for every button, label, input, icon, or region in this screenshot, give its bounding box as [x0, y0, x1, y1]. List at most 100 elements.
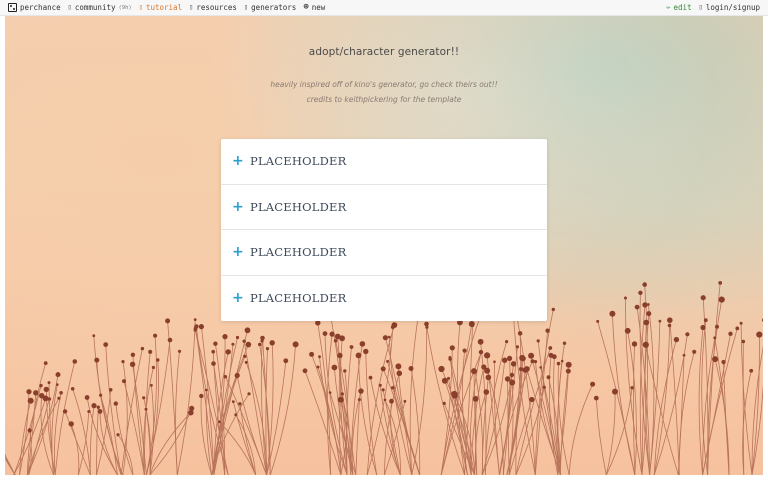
flower-stem: [426, 326, 465, 475]
nav-perchance-link[interactable]: perchance: [8, 3, 61, 12]
flower-head: [485, 374, 492, 381]
nav-login-label: login/signup: [705, 3, 760, 12]
flower-head: [337, 352, 343, 359]
flower-head: [700, 324, 706, 331]
flower-head: [43, 386, 49, 393]
flower-head: [638, 290, 643, 295]
flower-stem: [5, 454, 16, 475]
plus-icon: +: [232, 290, 244, 307]
generator-frame: adopt/character generator!! heavily insp…: [5, 16, 763, 475]
accordion-item[interactable]: + PLACEHOLDER: [221, 230, 547, 276]
flower-head: [673, 336, 680, 343]
accordion-item[interactable]: + PLACEHOLDER: [221, 185, 547, 230]
flower-head: [68, 421, 74, 427]
flower-head: [108, 388, 113, 392]
flower-head: [647, 303, 650, 306]
flower-head: [39, 383, 43, 388]
nav-new-link[interactable]: ⊕ new: [303, 3, 326, 13]
grid-icon: ▯: [243, 3, 249, 11]
flower-head: [70, 387, 75, 391]
flower-head: [148, 349, 153, 354]
flower-head: [477, 338, 484, 345]
nav-resources-link[interactable]: ▯ resources: [189, 3, 237, 12]
flower-head: [395, 363, 402, 370]
flower-head: [642, 341, 649, 348]
flower-head: [539, 366, 542, 369]
flower-head: [700, 295, 706, 301]
accordion-item-label: PLACEHOLDER: [250, 199, 347, 214]
nav-community-link[interactable]: ▯ community (9h): [68, 3, 132, 12]
flower-stem: [605, 391, 616, 475]
flower-head: [449, 345, 455, 351]
flower-head: [223, 375, 228, 379]
accordion-item[interactable]: + PLACEHOLDER: [221, 139, 547, 185]
flower-head: [144, 407, 148, 411]
flower-head: [302, 368, 308, 374]
flower-head: [381, 388, 385, 392]
flower-stem: [5, 453, 16, 475]
flower-head: [390, 325, 395, 329]
pencil-icon: ✏: [666, 3, 671, 11]
flower-head: [596, 319, 600, 323]
flower-head: [309, 351, 315, 357]
flower-head: [529, 396, 535, 403]
nav-new-label: new: [311, 3, 326, 12]
flower-stem: [99, 411, 118, 475]
flower-head: [425, 325, 429, 329]
flower-head: [283, 358, 289, 364]
flower-head: [739, 321, 743, 325]
flower-head: [368, 375, 373, 380]
flower-head: [244, 360, 248, 364]
flower-head: [473, 369, 477, 373]
flower-stem: [751, 383, 763, 475]
nav-tutorial-link[interactable]: ▯ tutorial: [139, 3, 182, 12]
flower-head: [612, 388, 618, 395]
flower-head: [243, 354, 247, 358]
flower-head: [33, 390, 39, 396]
flower-head: [355, 352, 362, 359]
flower-head: [749, 368, 754, 373]
flower-head: [387, 335, 391, 339]
flower-head: [92, 334, 96, 338]
flower-head: [142, 396, 146, 400]
flower-head: [234, 372, 240, 379]
flower-head: [333, 339, 338, 343]
flower-head: [718, 281, 723, 285]
flower-stem: [475, 391, 487, 475]
flower-head: [59, 391, 63, 395]
flower-stem: [70, 423, 80, 475]
flower-head: [528, 352, 535, 359]
nav-login-link[interactable]: ▯ login/signup: [699, 3, 760, 12]
flower-head: [234, 413, 238, 417]
flower-stem: [470, 366, 485, 475]
flower-head: [198, 324, 204, 330]
flower-stem: [175, 350, 180, 475]
flower-head: [199, 393, 204, 399]
flower-head: [129, 361, 136, 367]
flower-stem: [365, 351, 378, 475]
flower-head: [211, 349, 215, 354]
flower-head: [213, 341, 218, 346]
flower-head: [479, 350, 483, 354]
book-icon: ▯: [138, 3, 143, 11]
flower-stem: [698, 327, 704, 475]
accordion-item-label: PLACEHOLDER: [250, 154, 347, 169]
flower-head: [624, 296, 627, 300]
nav-edit-link[interactable]: ✏ edit: [666, 3, 691, 12]
accordion-item[interactable]: + PLACEHOLDER: [221, 276, 547, 322]
flower-stem: [398, 366, 421, 475]
flower-stem: [89, 405, 95, 475]
flower-head: [94, 357, 100, 363]
flower-head: [530, 359, 535, 364]
flower-head: [269, 340, 275, 346]
flower-head: [386, 359, 390, 363]
accordion-item-label: PLACEHOLDER: [250, 291, 347, 306]
flower-head: [483, 389, 490, 395]
flower-head: [741, 339, 746, 344]
flower-head: [103, 342, 109, 347]
flower-head: [451, 390, 458, 398]
flower-head: [62, 409, 68, 414]
nav-generators-link[interactable]: ▯ generators: [244, 3, 296, 12]
flower-head: [448, 356, 452, 359]
flower-head: [380, 366, 386, 372]
